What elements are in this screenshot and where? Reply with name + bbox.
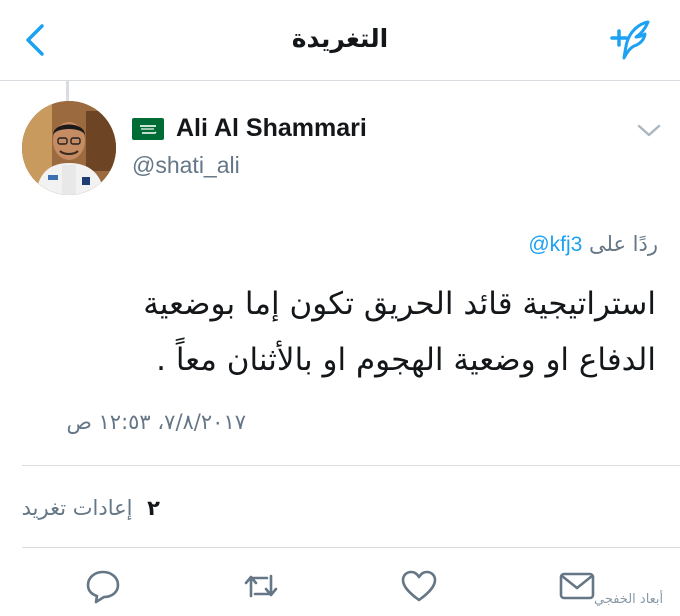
chevron-down-icon[interactable] xyxy=(636,122,662,140)
reply-prefix: ردًا على xyxy=(589,232,658,256)
reply-icon[interactable] xyxy=(84,568,122,604)
retweet-stats[interactable]: ٢ إعادات تغريد xyxy=(22,496,160,520)
retweet-count: ٢ xyxy=(147,496,160,520)
like-icon[interactable] xyxy=(400,568,438,604)
page-title: التغريدة xyxy=(291,24,389,53)
direct-message-icon[interactable] xyxy=(558,568,596,604)
watermark: أبعاد الخفجي xyxy=(594,592,664,607)
reply-mention-link[interactable]: @kfj3 xyxy=(528,233,582,257)
reply-context: ردًا على @kfj3 xyxy=(528,232,658,257)
thread-connector xyxy=(66,81,69,101)
saudi-flag-icon xyxy=(132,118,164,140)
avatar[interactable] xyxy=(22,101,116,195)
divider xyxy=(22,547,680,548)
tweet-timestamp: ٧/٨/٢٠١٧، ١٢:٥٣ ص xyxy=(66,410,246,434)
tweet-text-line: الدفاع او وضعية الهجوم او بالأثنان معاً … xyxy=(156,342,656,378)
author-display-name[interactable]: Ali Al Shammari xyxy=(176,114,367,143)
retweet-icon[interactable] xyxy=(242,568,280,604)
divider xyxy=(22,465,680,466)
retweet-label: إعادات تغريد xyxy=(21,496,133,520)
tweet-text: استراتيجية قائد الحريق تكون إما بوضعية ا… xyxy=(36,276,656,388)
compose-tweet-icon[interactable] xyxy=(608,18,654,62)
author-handle[interactable]: @shati_ali xyxy=(132,152,240,179)
tweet-text-line: استراتيجية قائد الحريق تكون إما بوضعية xyxy=(143,286,656,322)
top-bar: التغريدة xyxy=(0,0,680,81)
